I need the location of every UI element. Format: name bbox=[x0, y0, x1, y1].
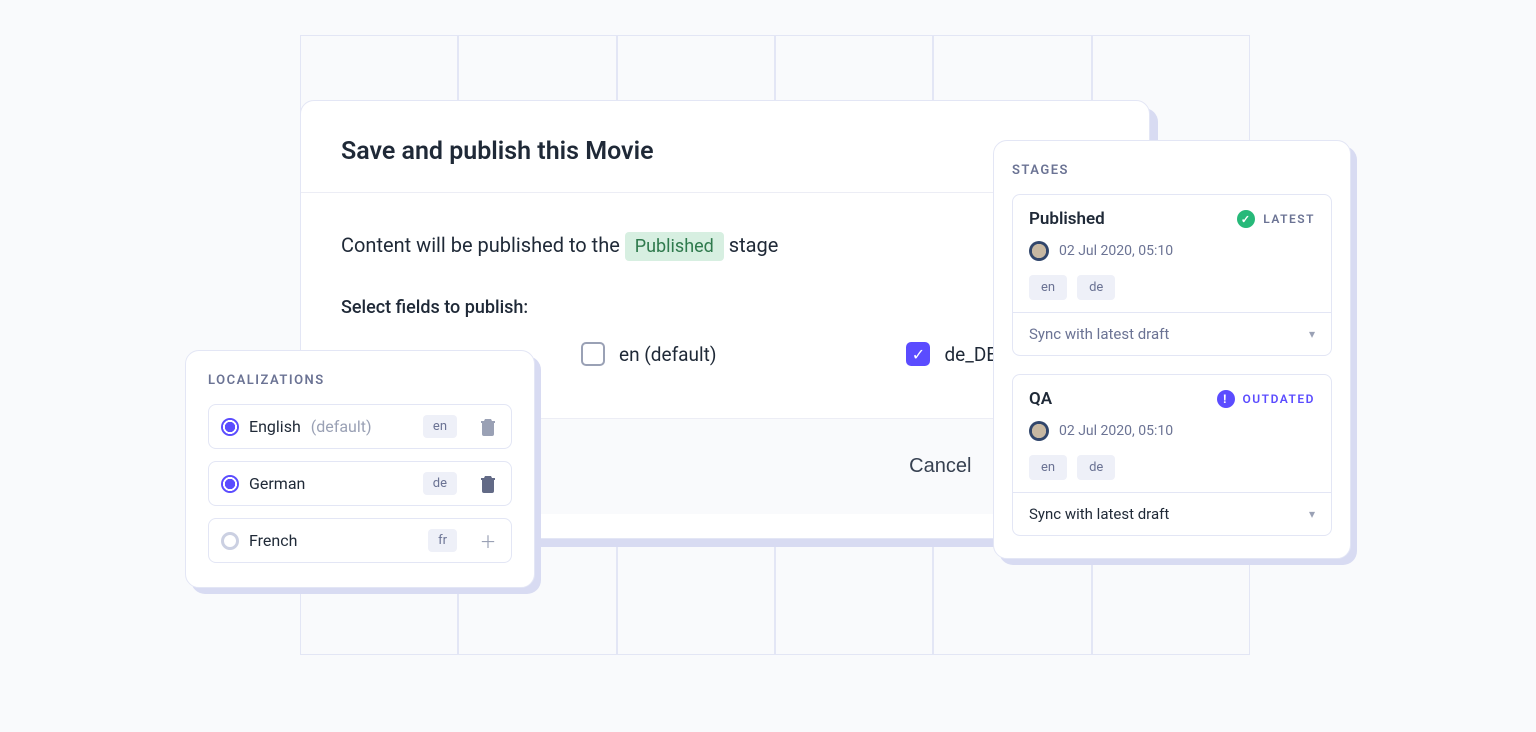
loc-fr-name: French bbox=[249, 531, 297, 550]
publish-line-after: stage bbox=[729, 233, 779, 257]
sync-label: Sync with latest draft bbox=[1029, 325, 1169, 343]
stage-name: QA bbox=[1029, 389, 1052, 409]
chevron-down-icon: ▾ bbox=[1309, 327, 1315, 341]
stage-badge: Published bbox=[625, 232, 724, 261]
stage-langs: en de bbox=[1029, 455, 1315, 480]
lang-chip: en bbox=[1029, 275, 1067, 300]
checkbox-empty-icon bbox=[581, 342, 605, 366]
chevron-down-icon: ▾ bbox=[1309, 507, 1315, 521]
checkbox-en[interactable]: en (default) bbox=[581, 342, 716, 366]
sync-dropdown[interactable]: Sync with latest draft ▾ bbox=[1013, 312, 1331, 355]
localization-row-en[interactable]: English (default) en bbox=[208, 404, 512, 449]
avatar bbox=[1029, 241, 1049, 261]
localizations-title: LOCALIZATIONS bbox=[208, 373, 512, 388]
lang-chip: en bbox=[1029, 455, 1067, 480]
radio-on-icon bbox=[221, 418, 239, 436]
loc-de-name: German bbox=[249, 474, 305, 493]
lang-chip: de bbox=[1077, 455, 1115, 480]
check-circle-icon: ✓ bbox=[1237, 210, 1255, 228]
checkbox-checked-icon: ✓ bbox=[906, 342, 930, 366]
checkbox-de[interactable]: ✓ de_DE bbox=[906, 342, 997, 366]
stages-title: STAGES bbox=[1012, 163, 1332, 178]
stage-timestamp: 02 Jul 2020, 05:10 bbox=[1059, 423, 1173, 439]
stage-meta: 02 Jul 2020, 05:10 bbox=[1029, 421, 1315, 441]
stage-card-qa: QA ! OUTDATED 02 Jul 2020, 05:10 en de S… bbox=[1012, 374, 1332, 536]
trash-icon[interactable] bbox=[477, 416, 499, 438]
localization-row-de[interactable]: German de bbox=[208, 461, 512, 506]
status-pill-latest: ✓ LATEST bbox=[1237, 210, 1315, 228]
localizations-panel: LOCALIZATIONS English (default) en Germa… bbox=[185, 350, 535, 588]
loc-fr-code: fr bbox=[428, 529, 457, 552]
stage-name: Published bbox=[1029, 209, 1105, 229]
checkbox-de-label: de_DE bbox=[944, 343, 997, 366]
stages-panel: STAGES Published ✓ LATEST 02 Jul 2020, 0… bbox=[993, 140, 1351, 559]
avatar bbox=[1029, 421, 1049, 441]
stage-langs: en de bbox=[1029, 275, 1315, 300]
radio-on-icon bbox=[221, 475, 239, 493]
loc-en-code: en bbox=[423, 415, 457, 438]
loc-en-name: English bbox=[249, 417, 301, 436]
radio-off-icon bbox=[221, 532, 239, 550]
loc-en-default: (default) bbox=[311, 417, 372, 436]
loc-de-code: de bbox=[423, 472, 457, 495]
alert-circle-icon: ! bbox=[1217, 390, 1235, 408]
checkbox-en-label: en (default) bbox=[619, 343, 716, 366]
status-pill-outdated: ! OUTDATED bbox=[1217, 390, 1315, 408]
publish-line-before: Content will be published to the bbox=[341, 233, 625, 257]
status-label: OUTDATED bbox=[1243, 392, 1315, 406]
localization-row-fr[interactable]: French fr ＋ bbox=[208, 518, 512, 563]
stage-timestamp: 02 Jul 2020, 05:10 bbox=[1059, 243, 1173, 259]
lang-chip: de bbox=[1077, 275, 1115, 300]
stage-card-published: Published ✓ LATEST 02 Jul 2020, 05:10 en… bbox=[1012, 194, 1332, 356]
trash-icon[interactable] bbox=[477, 473, 499, 495]
plus-icon[interactable]: ＋ bbox=[477, 530, 499, 552]
sync-label: Sync with latest draft bbox=[1029, 505, 1169, 523]
cancel-button[interactable]: Cancel bbox=[899, 441, 981, 492]
sync-dropdown[interactable]: Sync with latest draft ▾ bbox=[1013, 492, 1331, 535]
status-label: LATEST bbox=[1263, 212, 1315, 226]
stage-meta: 02 Jul 2020, 05:10 bbox=[1029, 241, 1315, 261]
